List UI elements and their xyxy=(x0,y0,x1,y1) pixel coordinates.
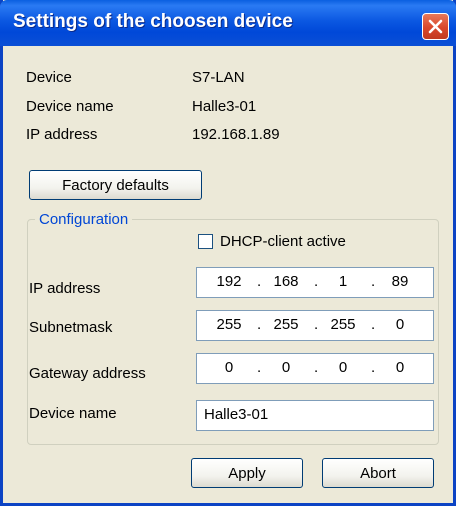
ip-dot: . xyxy=(371,273,376,290)
close-icon xyxy=(428,19,443,34)
subnet-octet-2[interactable]: 255 xyxy=(268,316,304,333)
gateway-octet-2[interactable]: 0 xyxy=(268,359,304,376)
window-title: Settings of the choosen device xyxy=(13,11,293,32)
abort-button[interactable]: Abort xyxy=(322,458,434,488)
ip-dot: . xyxy=(314,316,319,333)
ip-dot: . xyxy=(257,273,262,290)
gateway-input[interactable]: 0 . 0 . 0 . 0 xyxy=(196,353,434,384)
configuration-legend: Configuration xyxy=(35,211,133,228)
device-name-input[interactable]: Halle3-01 xyxy=(196,400,434,431)
ip-dot: . xyxy=(314,273,319,290)
device-name-field-label: Device name xyxy=(29,405,117,422)
ip-dot: . xyxy=(314,359,319,376)
ip-dot: . xyxy=(257,359,262,376)
title-bar[interactable]: Settings of the choosen device xyxy=(0,0,456,46)
ip-octet-3[interactable]: 1 xyxy=(325,273,361,290)
ip-address-field-label: IP address xyxy=(29,280,101,297)
ip-octet-4[interactable]: 89 xyxy=(382,273,418,290)
factory-defaults-button[interactable]: Factory defaults xyxy=(29,170,202,200)
ip-address-value: 192.168.1.89 xyxy=(192,126,280,143)
ip-address-input[interactable]: 192 . 168 . 1 . 89 xyxy=(196,267,434,298)
subnetmask-input[interactable]: 255 . 255 . 255 . 0 xyxy=(196,310,434,341)
device-label: Device xyxy=(26,69,72,86)
ip-dot: . xyxy=(371,316,376,333)
ip-dot: . xyxy=(257,316,262,333)
device-name-value: Halle3-01 xyxy=(192,98,257,115)
subnet-octet-3[interactable]: 255 xyxy=(325,316,361,333)
ip-octet-2[interactable]: 168 xyxy=(268,273,304,290)
apply-button[interactable]: Apply xyxy=(191,458,303,488)
ip-octet-1[interactable]: 192 xyxy=(211,273,247,290)
device-name-label: Device name xyxy=(26,98,114,115)
gateway-octet-3[interactable]: 0 xyxy=(325,359,361,376)
subnet-octet-4[interactable]: 0 xyxy=(382,316,418,333)
subnetmask-field-label: Subnetmask xyxy=(29,319,113,336)
gateway-octet-4[interactable]: 0 xyxy=(382,359,418,376)
ip-address-label: IP address xyxy=(26,126,98,143)
subnet-octet-1[interactable]: 255 xyxy=(211,316,247,333)
gateway-field-label: Gateway address xyxy=(29,365,146,382)
dhcp-checkbox[interactable] xyxy=(198,234,213,249)
gateway-octet-1[interactable]: 0 xyxy=(211,359,247,376)
dhcp-checkbox-label[interactable]: DHCP-client active xyxy=(220,233,346,250)
device-value: S7-LAN xyxy=(192,69,245,86)
ip-dot: . xyxy=(371,359,376,376)
close-button[interactable] xyxy=(422,13,449,40)
